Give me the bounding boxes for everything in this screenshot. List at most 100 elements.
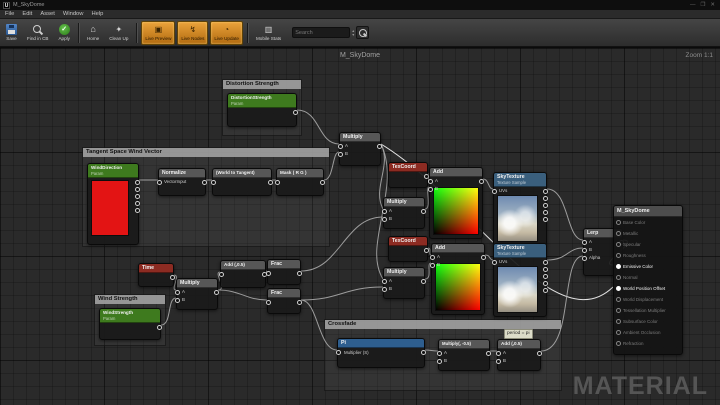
- material-pin-refraction[interactable]: Refraction: [614, 338, 682, 349]
- node-frac-1[interactable]: Frac: [267, 259, 301, 285]
- menu-asset[interactable]: Asset: [40, 10, 55, 18]
- minimize-button[interactable]: —: [690, 1, 696, 10]
- node-multiply-neg05-output-pin-0[interactable]: [486, 351, 491, 356]
- node-multiply-2[interactable]: MultiplyAB: [383, 197, 425, 229]
- live-nodes-button[interactable]: Live Nodes: [177, 21, 208, 45]
- live-update-button[interactable]: Live Update: [210, 21, 243, 45]
- node-skytexture-1-output-pin-1[interactable]: [543, 196, 548, 201]
- node-texcoord-2[interactable]: TexCoord: [388, 236, 428, 262]
- node-multiply-3-input-pin-b[interactable]: [382, 287, 387, 292]
- node-multiply-1[interactable]: MultiplyAB: [339, 132, 381, 166]
- material-pin-normal[interactable]: Normal: [614, 272, 682, 283]
- clean-up-button[interactable]: Clean Up: [105, 21, 132, 45]
- node-skytexture-1-output-pin-3[interactable]: [543, 210, 548, 215]
- node-multiply-3[interactable]: MultiplyAB: [383, 267, 425, 299]
- node-skytexture-2-output-pin-1[interactable]: [543, 267, 548, 272]
- node-winddirection-param-output-pin-0[interactable]: [135, 180, 140, 185]
- node-pi-input-pin-0[interactable]: [336, 350, 341, 355]
- node-add-05-1-input-pin-0[interactable]: [219, 272, 224, 277]
- node-multiply-4[interactable]: MultiplyAB: [176, 278, 218, 310]
- node-add-05-2[interactable]: Add (,0.5)AB: [497, 339, 541, 371]
- node-winddirection-param-output-pin-3[interactable]: [135, 201, 140, 206]
- node-lerp-input-pin-alpha[interactable]: [582, 256, 587, 261]
- mobile-stats-button[interactable]: Mobile Stats: [252, 21, 285, 45]
- node-frac-2[interactable]: Frac: [267, 288, 301, 314]
- node-skytexture-1-output-pin-2[interactable]: [543, 203, 548, 208]
- pin-icon[interactable]: [616, 330, 621, 335]
- node-windstrength-param-output-pin-0[interactable]: [157, 325, 162, 330]
- node-add-05-1[interactable]: Add (,0.5): [220, 260, 266, 288]
- node-lerp-input-pin-b[interactable]: [582, 248, 587, 253]
- comment-title[interactable]: Tangent Space Wind Vector: [83, 148, 329, 157]
- node-distortionstrength-param-output-pin-0[interactable]: [293, 110, 298, 115]
- material-pin-tessellation-multiplier[interactable]: Tessellation Multiplier: [614, 305, 682, 316]
- node-add-1-input-pin-b[interactable]: [428, 187, 433, 192]
- node-add-2[interactable]: AddAB: [431, 243, 485, 315]
- menu-help[interactable]: Help: [91, 10, 103, 18]
- maximize-button[interactable]: ❐: [700, 1, 705, 10]
- node-multiply-neg05[interactable]: Multiply(, -0.5)AB: [438, 339, 490, 371]
- node-add-2-input-pin-a[interactable]: [430, 255, 435, 260]
- node-world-to-tangent-input-pin-0[interactable]: [211, 180, 216, 185]
- node-multiply-2-output-pin-0[interactable]: [421, 209, 426, 214]
- node-skytexture-2-input-pin-uvs[interactable]: [492, 260, 497, 265]
- node-add-1-input-pin-a[interactable]: [428, 179, 433, 184]
- apply-button[interactable]: Apply: [54, 21, 74, 45]
- node-skytexture-1-input-pin-uvs[interactable]: [492, 189, 497, 194]
- node-skytexture-2-output-pin-3[interactable]: [543, 281, 548, 286]
- material-pin-specular[interactable]: Specular: [614, 239, 682, 250]
- save-button[interactable]: Save: [2, 21, 21, 45]
- node-winddirection-param-output-pin-4[interactable]: [135, 208, 140, 213]
- close-button[interactable]: ✕: [710, 1, 715, 10]
- node-multiply-4-output-pin-0[interactable]: [214, 290, 219, 295]
- node-multiply-2-input-pin-a[interactable]: [382, 209, 387, 214]
- node-skytexture-2-output-pin-2[interactable]: [543, 274, 548, 279]
- pin-icon[interactable]: [616, 319, 621, 324]
- node-add-05-2-input-pin-b[interactable]: [496, 359, 501, 364]
- live-preview-button[interactable]: Live Preview: [141, 21, 175, 45]
- node-mask-rg-output-pin-0[interactable]: [320, 180, 325, 185]
- material-pin-roughness[interactable]: Roughness: [614, 250, 682, 261]
- node-skytexture-1-output-pin-4[interactable]: [543, 217, 548, 222]
- node-skytexture-1-output-pin-0[interactable]: [543, 189, 548, 194]
- home-button[interactable]: Home: [83, 21, 103, 45]
- pin-icon[interactable]: [616, 341, 621, 346]
- material-pin-base-color[interactable]: Base Color: [614, 217, 682, 228]
- menu-edit[interactable]: Edit: [22, 10, 32, 18]
- node-add-05-2-output-pin-0[interactable]: [537, 351, 542, 356]
- pin-icon[interactable]: [616, 286, 621, 291]
- menu-file[interactable]: File: [5, 10, 14, 18]
- node-add-2-output-pin-0[interactable]: [481, 255, 486, 260]
- pin-icon[interactable]: [616, 220, 621, 225]
- node-lerp-input-pin-a[interactable]: [582, 240, 587, 245]
- node-time-output-pin-0[interactable]: [170, 275, 175, 280]
- material-pin-world-position-offset[interactable]: World Position Offset: [614, 283, 682, 294]
- node-frac-2-input-pin-0[interactable]: [266, 300, 271, 305]
- node-skytexture-2-output-pin-0[interactable]: [543, 260, 548, 265]
- pin-icon[interactable]: [616, 297, 621, 302]
- node-multiply-1-output-pin-0[interactable]: [377, 144, 382, 149]
- pin-icon[interactable]: [616, 231, 621, 236]
- search-icon[interactable]: [356, 26, 369, 39]
- node-normalize[interactable]: NormalizeVectorInput: [158, 168, 206, 196]
- node-frac-1-input-pin-0[interactable]: [266, 271, 271, 276]
- node-mask-rg[interactable]: Mask ( R G ): [276, 168, 324, 196]
- graph-canvas[interactable]: M_SkyDome Zoom 1:1 MATERIAL Distortion S…: [0, 47, 720, 405]
- search-input[interactable]: [292, 27, 350, 38]
- node-normalize-input-pin-vectorinput[interactable]: [157, 180, 162, 185]
- node-skytexture-2-output-pin-4[interactable]: [543, 288, 548, 293]
- comment-title[interactable]: Crossfade: [325, 320, 561, 329]
- node-m-skydome[interactable]: M_SkyDomeBase ColorMetallicSpecularRough…: [613, 205, 683, 355]
- node-distortionstrength-param[interactable]: DistortionStrengthParam: [227, 93, 297, 127]
- node-skytexture-1[interactable]: SkyTextureTexture SampleUVs: [493, 172, 547, 246]
- pin-icon[interactable]: [616, 264, 621, 269]
- node-pi-output-pin-0[interactable]: [421, 350, 426, 355]
- node-texcoord-2-output-pin-0[interactable]: [424, 248, 429, 253]
- pin-icon[interactable]: [616, 308, 621, 313]
- node-multiply-4-input-pin-b[interactable]: [175, 298, 180, 303]
- comment-title[interactable]: Distortion Strength: [223, 80, 301, 89]
- node-multiply-1-input-pin-a[interactable]: [338, 144, 343, 149]
- node-add-05-2-input-pin-a[interactable]: [496, 351, 501, 356]
- node-frac-1-output-pin-0[interactable]: [297, 271, 302, 276]
- material-pin-subsurface-color[interactable]: Subsurface Color: [614, 316, 682, 327]
